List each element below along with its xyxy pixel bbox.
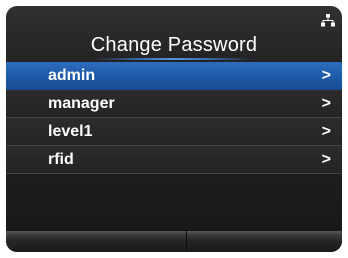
user-menu-list: admin > manager > level1 > rfid > [6,62,342,174]
menu-item-label: manager [48,95,115,112]
chevron-right-icon: > [321,95,331,112]
softkey-right[interactable] [174,231,342,252]
softkey-bar [6,231,342,252]
menu-item-level1[interactable]: level1 > [6,118,342,146]
display-panel: Change Password admin > manager > level1… [6,6,342,252]
page-title: Change Password [90,34,258,56]
menu-item-label: admin [48,67,96,84]
chevron-right-icon: > [321,151,331,168]
network-icon [321,14,335,27]
menu-item-label: rfid [48,151,74,168]
chevron-right-icon: > [321,123,331,140]
menu-item-label: level1 [48,123,93,140]
menu-item-manager[interactable]: manager > [6,90,342,118]
menu-item-admin[interactable]: admin > [6,62,342,90]
screen: Change Password admin > manager > level1… [0,0,348,258]
chevron-right-icon: > [321,67,331,84]
menu-item-rfid[interactable]: rfid > [6,146,342,174]
title-underline [94,58,254,60]
softkey-left[interactable] [6,231,174,252]
softkey-divider [186,231,187,252]
